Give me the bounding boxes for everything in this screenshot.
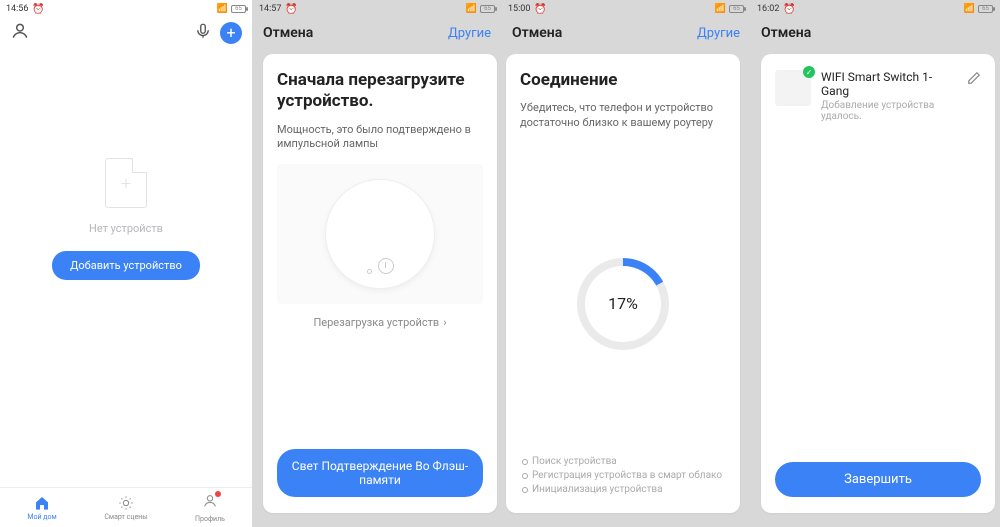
progress-ring: 17%	[577, 258, 669, 350]
success-check-icon: ✓	[803, 66, 815, 78]
alarm-icon: ⏰	[32, 4, 44, 15]
home-icon	[34, 495, 50, 511]
battery-icon: 65	[978, 5, 993, 13]
card-title: Соединение	[520, 70, 726, 91]
status-bar: 16:02 ⏰ 📶 65	[751, 0, 999, 18]
tab-home[interactable]: Мой дом	[0, 488, 84, 527]
cancel-button[interactable]: Отмена	[512, 25, 562, 41]
status-time: 14:57	[259, 4, 281, 14]
device-success-text: Добавление устройства удалось.	[821, 100, 957, 122]
device-illustration	[277, 164, 483, 304]
alarm-icon: ⏰	[534, 4, 546, 15]
status-time: 16:02	[757, 4, 779, 14]
add-device-button[interactable]: Добавить устройство	[52, 251, 200, 280]
card-subtitle: Мощность, это было подтверждено в импуль…	[277, 123, 483, 153]
battery-icon: 65	[729, 5, 744, 13]
add-button[interactable]: +	[220, 22, 242, 44]
signal-icon: 📶	[715, 4, 726, 14]
step-item: Регистрация устройства в смарт облако	[520, 469, 726, 483]
sun-icon	[118, 495, 134, 511]
cancel-button[interactable]: Отмена	[263, 25, 313, 41]
battery-icon: 65	[480, 5, 495, 13]
device-thumbnail: ✓	[775, 70, 811, 106]
alarm-icon: ⏰	[285, 4, 297, 15]
status-bar: 14:57 ⏰ 📶 65	[253, 0, 501, 18]
other-link[interactable]: Другие	[697, 26, 740, 41]
status-time: 14:56	[6, 4, 28, 14]
alarm-icon: ⏰	[783, 4, 795, 15]
step-item: Поиск устройства	[520, 455, 726, 469]
tab-profile[interactable]: Профиль	[168, 488, 252, 527]
signal-icon: 📶	[217, 4, 228, 14]
empty-state-icon: +	[105, 158, 147, 208]
signal-icon: 📶	[964, 4, 975, 14]
empty-state-text: Нет устройств	[89, 222, 163, 235]
other-link[interactable]: Другие	[448, 26, 491, 41]
step-item: Инициализация устройства	[520, 483, 726, 497]
device-name: WIFI Smart Switch 1-Gang	[821, 70, 957, 98]
cancel-button[interactable]: Отмена	[761, 25, 811, 41]
profile-tab-icon	[202, 493, 218, 513]
card-subtitle: Убедитесь, что телефон и устройство дост…	[520, 101, 726, 131]
card-title: Сначала перезагрузите устройство.	[277, 70, 483, 113]
status-time: 15:00	[508, 4, 530, 14]
signal-icon: 📶	[466, 4, 477, 14]
mic-icon[interactable]	[194, 22, 212, 44]
bottom-tabbar: Мой дом Смарт сцены Профиль	[0, 487, 252, 527]
tab-smart[interactable]: Смарт сцены	[84, 488, 168, 527]
power-icon	[378, 258, 394, 274]
connection-steps: Поиск устройства Регистрация устройства …	[520, 455, 726, 497]
edit-icon[interactable]	[967, 70, 981, 89]
battery-icon: 65	[231, 5, 246, 13]
status-bar: 14:56 ⏰ 📶 65	[0, 0, 252, 18]
reboot-link[interactable]: Перезагрузка устройств ›	[277, 316, 483, 329]
chevron-right-icon: ›	[443, 316, 446, 329]
status-bar: 15:00 ⏰ 📶 65	[502, 0, 750, 18]
confirm-flash-button[interactable]: Свет Подтверждение Во Флэш-памяти	[277, 449, 483, 497]
finish-button[interactable]: Завершить	[775, 462, 981, 497]
progress-percent: 17%	[585, 266, 661, 342]
profile-icon[interactable]	[10, 21, 30, 45]
